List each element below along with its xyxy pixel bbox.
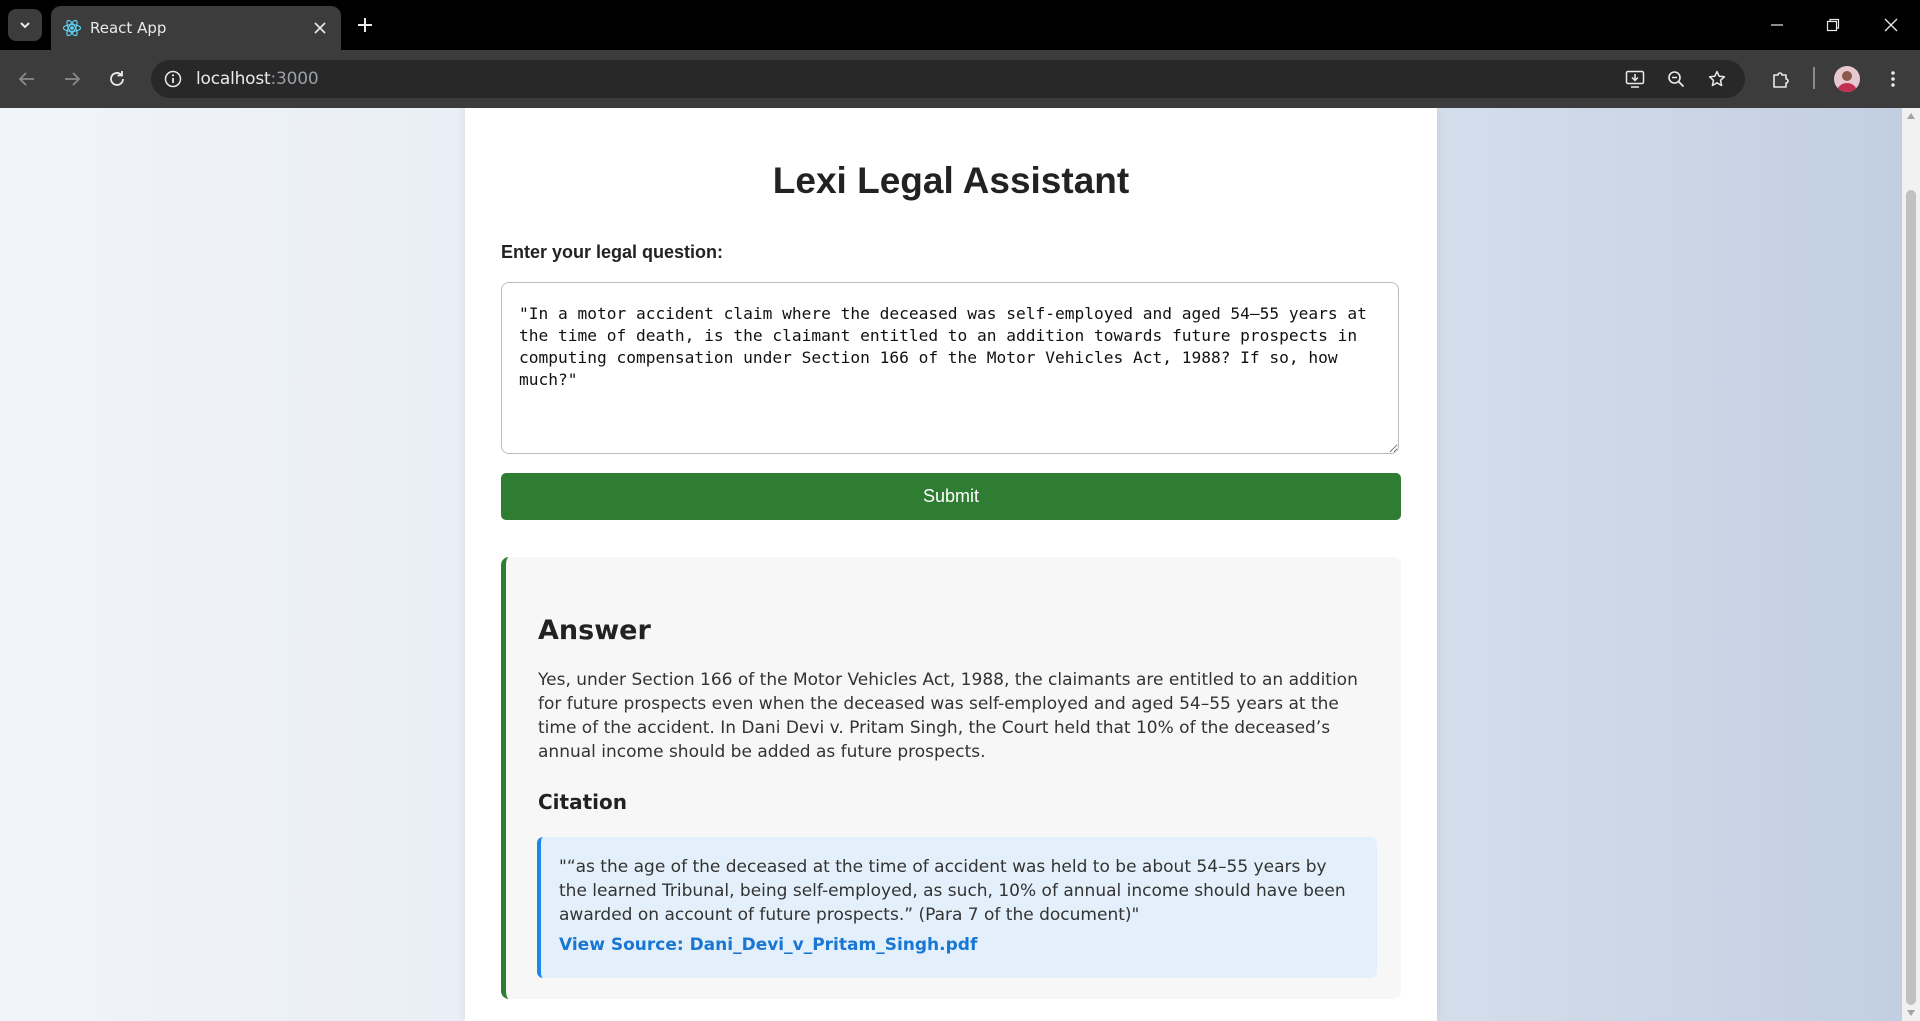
tab-close-button[interactable] [309, 17, 331, 39]
tab-search-button[interactable] [8, 9, 42, 41]
profile-avatar[interactable] [1834, 66, 1860, 92]
react-logo-icon [62, 19, 82, 37]
new-tab-button[interactable] [352, 12, 378, 38]
tab-strip: React App [0, 0, 1920, 50]
app-title: Lexi Legal Assistant [772, 160, 1130, 201]
site-info-button[interactable] [160, 66, 186, 92]
star-icon [1708, 70, 1726, 87]
menu-button[interactable] [1878, 64, 1908, 94]
chevron-down-icon [20, 22, 30, 29]
question-input[interactable]: "In a motor accident claim where the dec… [501, 282, 1399, 454]
scroll-up-arrow-icon[interactable] [1907, 113, 1915, 119]
close-window-button[interactable] [1871, 10, 1911, 40]
browser-toolbar: localhost:3000 [0, 50, 1920, 108]
answer-panel: Answer Yes, under Section 166 of the Mot… [501, 557, 1401, 999]
question-label: Enter your legal question: [501, 242, 724, 262]
restore-icon [1826, 18, 1840, 32]
close-icon [1884, 18, 1898, 32]
answer-heading: Answer [538, 615, 651, 646]
zoom-button[interactable] [1663, 66, 1689, 92]
browser-tab[interactable]: React App [51, 6, 341, 50]
page-viewport: Lexi Legal Assistant Enter your legal qu… [0, 108, 1902, 1021]
reload-icon [110, 71, 124, 86]
more-vert-icon [1891, 71, 1895, 87]
scrollbar-thumb[interactable] [1906, 190, 1916, 1005]
answer-text: Yes, under Section 166 of the Motor Vehi… [538, 670, 1358, 762]
page-scrollbar[interactable] [1902, 108, 1920, 1021]
toolbar-divider [1813, 67, 1815, 89]
extensions-button[interactable] [1766, 64, 1796, 94]
arrow-left-icon [18, 72, 34, 86]
restore-button[interactable] [1813, 10, 1853, 40]
citation-heading: Citation [538, 790, 627, 814]
citation-quote: "“as the age of the deceased at the time… [559, 857, 1346, 925]
bookmark-button[interactable] [1704, 66, 1730, 92]
info-icon [164, 70, 182, 88]
puzzle-icon [1773, 72, 1789, 88]
app-container: Lexi Legal Assistant Enter your legal qu… [465, 108, 1437, 1021]
view-source-link[interactable]: View Source: Dani_Devi_v_Pritam_Singh.pd… [559, 935, 1359, 955]
url-text: localhost:3000 [196, 69, 319, 89]
scroll-down-arrow-icon[interactable] [1907, 1010, 1915, 1016]
forward-button[interactable] [57, 64, 87, 94]
reload-button[interactable] [102, 64, 132, 94]
install-icon [1625, 70, 1645, 88]
zoom-out-icon [1668, 71, 1685, 88]
minimize-icon [1771, 24, 1783, 26]
arrow-right-icon [65, 72, 81, 86]
avatar-icon [1837, 71, 1857, 92]
minimize-button[interactable] [1757, 10, 1797, 40]
plus-icon [358, 18, 372, 32]
back-button[interactable] [12, 64, 42, 94]
submit-button[interactable]: Submit [501, 473, 1401, 520]
url-host: localhost [196, 69, 271, 89]
citation-box: "“as the age of the deceased at the time… [537, 837, 1377, 978]
close-icon [314, 22, 326, 34]
tab-title: React App [90, 19, 167, 37]
url-port: :3000 [270, 69, 319, 89]
install-app-button[interactable] [1622, 66, 1648, 92]
address-bar[interactable]: localhost:3000 [151, 60, 1745, 98]
